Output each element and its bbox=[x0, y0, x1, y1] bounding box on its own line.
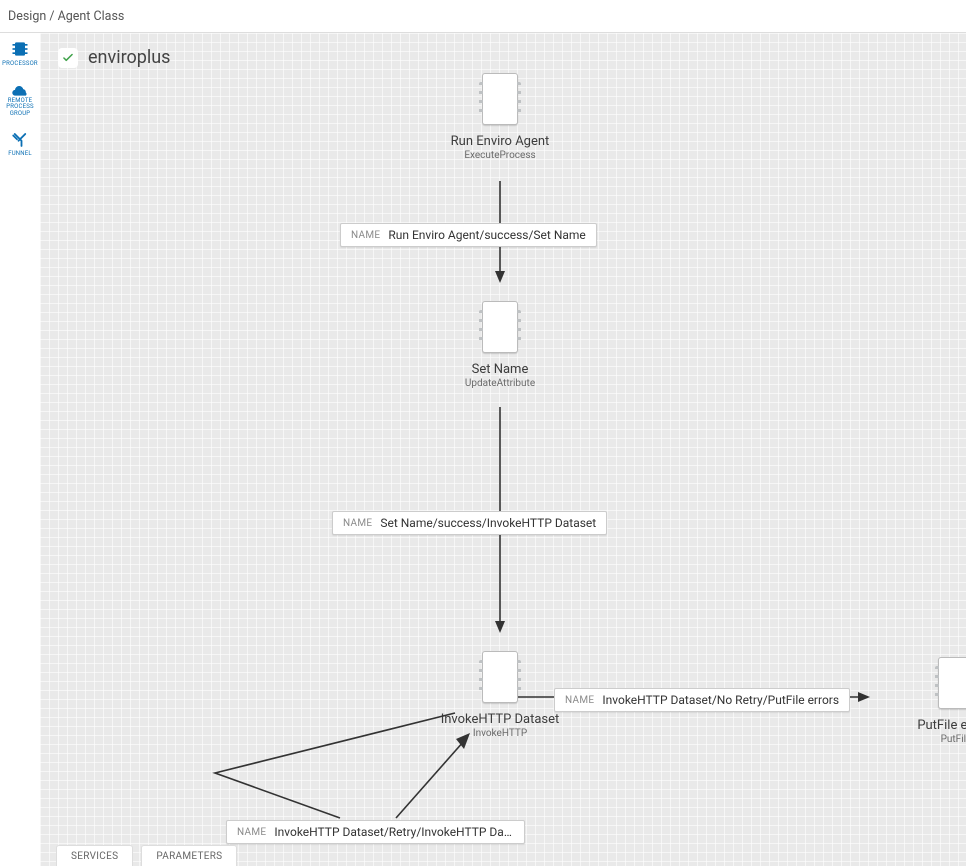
tab-services[interactable]: SERVICES bbox=[56, 845, 133, 866]
conn-text: Set Name/success/InvokeHTTP Dataset bbox=[380, 516, 596, 530]
node-title: PutFile errors bbox=[917, 718, 966, 733]
node-title: InvokeHTTP Dataset bbox=[441, 712, 560, 727]
palette-processor-label: PROCESSOR bbox=[2, 61, 38, 68]
node-putfile-errors[interactable]: PutFile errors PutFile bbox=[896, 657, 966, 745]
conn-text: InvokeHTTP Dataset/No Retry/PutFile erro… bbox=[602, 693, 839, 707]
component-palette: PROCESSOR REMOTE PROCESS GROUP FUNNEL bbox=[0, 33, 40, 866]
processor-icon bbox=[10, 39, 30, 59]
conn-prefix: NAME bbox=[351, 230, 380, 241]
conn-prefix: NAME bbox=[343, 518, 372, 529]
status-check-icon bbox=[58, 48, 78, 68]
flow-canvas[interactable]: enviroplus Run Enviro Agent ExecuteProce… bbox=[40, 33, 966, 866]
conn-prefix: NAME bbox=[565, 695, 594, 706]
processor-chip-icon bbox=[938, 657, 966, 709]
node-run-enviro-agent[interactable]: Run Enviro Agent ExecuteProcess bbox=[440, 73, 560, 161]
palette-processor[interactable]: PROCESSOR bbox=[2, 39, 38, 68]
palette-funnel-label: FUNNEL bbox=[8, 151, 32, 158]
funnel-icon bbox=[11, 131, 29, 149]
node-title: Run Enviro Agent bbox=[451, 134, 550, 149]
node-subtitle: PutFile bbox=[941, 734, 966, 745]
node-set-name[interactable]: Set Name UpdateAttribute bbox=[440, 301, 560, 389]
palette-rpg-label: REMOTE PROCESS GROUP bbox=[6, 98, 33, 118]
node-subtitle: UpdateAttribute bbox=[465, 378, 535, 389]
node-subtitle: InvokeHTTP bbox=[473, 728, 527, 739]
flow-title: enviroplus bbox=[88, 47, 170, 68]
cloud-icon bbox=[10, 82, 30, 96]
connection-label-c3[interactable]: NAME InvokeHTTP Dataset/No Retry/PutFile… bbox=[554, 688, 850, 712]
connection-label-c4[interactable]: NAME InvokeHTTP Dataset/Retry/InvokeHTTP… bbox=[226, 820, 525, 844]
processor-chip-icon bbox=[482, 651, 518, 703]
palette-funnel[interactable]: FUNNEL bbox=[8, 131, 32, 158]
connection-label-c2[interactable]: NAME Set Name/success/InvokeHTTP Dataset bbox=[332, 511, 607, 535]
conn-prefix: NAME bbox=[237, 827, 266, 838]
node-subtitle: ExecuteProcess bbox=[464, 150, 535, 161]
tab-parameters[interactable]: PARAMETERS bbox=[141, 845, 237, 866]
breadcrumb: Design / Agent Class bbox=[0, 0, 966, 33]
processor-chip-icon bbox=[482, 73, 518, 125]
connection-label-c1[interactable]: NAME Run Enviro Agent/success/Set Name bbox=[340, 223, 597, 247]
palette-remote-process-group[interactable]: REMOTE PROCESS GROUP bbox=[6, 82, 33, 118]
breadcrumb-text: Design / Agent Class bbox=[8, 9, 124, 24]
flow-title-block: enviroplus bbox=[58, 47, 170, 68]
processor-chip-icon bbox=[482, 301, 518, 353]
node-title: Set Name bbox=[472, 362, 529, 377]
node-invokehttp-dataset[interactable]: InvokeHTTP Dataset InvokeHTTP bbox=[440, 651, 560, 739]
conn-text: Run Enviro Agent/success/Set Name bbox=[388, 228, 585, 242]
bottom-tabs: SERVICES PARAMETERS bbox=[56, 845, 237, 866]
conn-text: InvokeHTTP Dataset/Retry/InvokeHTTP Data… bbox=[274, 825, 514, 839]
